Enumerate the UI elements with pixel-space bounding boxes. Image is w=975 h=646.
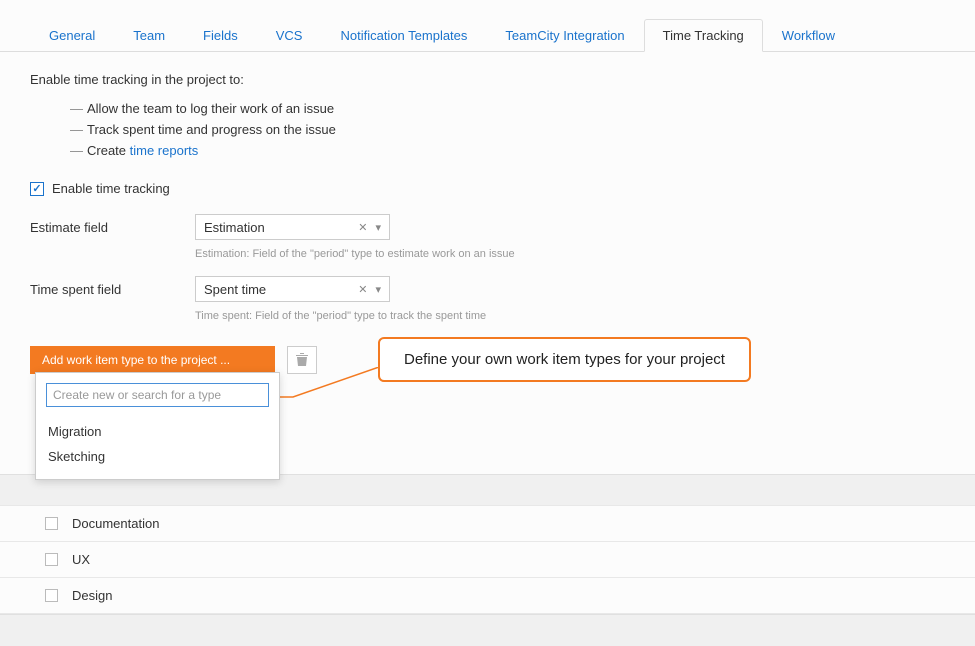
tab-vcs[interactable]: VCS bbox=[257, 19, 322, 52]
tabs-bar: General Team Fields VCS Notification Tem… bbox=[0, 0, 975, 52]
row-checkbox[interactable] bbox=[45, 517, 58, 530]
callout-tooltip: Define your own work item types for your… bbox=[378, 337, 751, 382]
tab-notification-templates[interactable]: Notification Templates bbox=[321, 19, 486, 52]
dropdown-item-migration[interactable]: Migration bbox=[46, 419, 269, 444]
tab-teamcity-integration[interactable]: TeamCity Integration bbox=[486, 19, 643, 52]
bullet-item: —Track spent time and progress on the is… bbox=[70, 120, 945, 141]
enable-time-tracking-checkbox[interactable] bbox=[30, 182, 44, 196]
list-item-label: Documentation bbox=[72, 516, 159, 531]
estimate-field-label: Estimate field bbox=[30, 220, 195, 235]
list-footer-row bbox=[0, 614, 975, 646]
work-item-type-search-input[interactable] bbox=[46, 383, 269, 407]
list-item-label: Design bbox=[72, 588, 112, 603]
intro-text: Enable time tracking in the project to: bbox=[30, 72, 945, 87]
list-item[interactable]: Design bbox=[0, 578, 975, 614]
dropdown-item-sketching[interactable]: Sketching bbox=[46, 444, 269, 469]
tab-team[interactable]: Team bbox=[114, 19, 184, 52]
work-item-list: Documentation UX Design bbox=[0, 474, 975, 646]
tab-fields[interactable]: Fields bbox=[184, 19, 257, 52]
clear-icon[interactable]: ✕ bbox=[358, 221, 367, 234]
add-work-item-type-button[interactable]: Add work item type to the project ... bbox=[30, 346, 275, 374]
callout-connector bbox=[273, 367, 383, 407]
tab-time-tracking[interactable]: Time Tracking bbox=[644, 19, 763, 52]
tab-general[interactable]: General bbox=[30, 19, 114, 52]
timespent-field-hint: Time spent: Field of the "period" type t… bbox=[195, 310, 945, 322]
work-item-type-dropdown: Migration Sketching bbox=[35, 372, 280, 480]
chevron-down-icon[interactable]: ▾ bbox=[375, 221, 381, 234]
bullet-item: —Allow the team to log their work of an … bbox=[70, 99, 945, 120]
list-item-label: UX bbox=[72, 552, 90, 567]
estimate-field-hint: Estimation: Field of the "period" type t… bbox=[195, 248, 945, 260]
chevron-down-icon[interactable]: ▾ bbox=[375, 283, 381, 296]
content-area: Enable time tracking in the project to: … bbox=[0, 52, 975, 374]
enable-time-tracking-label: Enable time tracking bbox=[52, 181, 170, 196]
bullet-list: —Allow the team to log their work of an … bbox=[70, 99, 945, 161]
estimate-field-select[interactable]: Estimation ✕ ▾ bbox=[195, 214, 390, 240]
timespent-field-select[interactable]: Spent time ✕ ▾ bbox=[195, 276, 390, 302]
list-item[interactable]: UX bbox=[0, 542, 975, 578]
row-checkbox[interactable] bbox=[45, 589, 58, 602]
bullet-item: —Create time reports bbox=[70, 141, 945, 162]
clear-icon[interactable]: ✕ bbox=[358, 283, 367, 296]
timespent-field-label: Time spent field bbox=[30, 282, 195, 297]
trash-icon bbox=[296, 353, 308, 367]
tab-workflow[interactable]: Workflow bbox=[763, 19, 854, 52]
time-reports-link[interactable]: time reports bbox=[130, 143, 199, 158]
list-item[interactable]: Documentation bbox=[0, 506, 975, 542]
row-checkbox[interactable] bbox=[45, 553, 58, 566]
